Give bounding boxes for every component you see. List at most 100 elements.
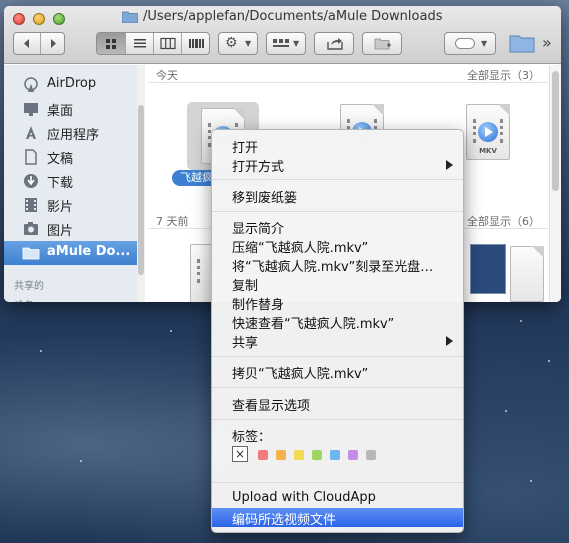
tag-color-red[interactable]	[258, 450, 268, 460]
downloads-icon	[24, 174, 38, 188]
tag-none-button[interactable]: ×	[232, 446, 248, 462]
star	[530, 480, 532, 482]
sidebar-section-shared: 共享的	[14, 281, 44, 292]
gear-icon: ⚙	[225, 35, 238, 51]
sidebar-item-pictures[interactable]: 图片	[4, 217, 138, 241]
list-view-icon[interactable]	[125, 33, 153, 54]
minimize-window-button[interactable]	[33, 13, 45, 25]
sidebar-item-applications[interactable]: 应用程序	[4, 121, 138, 145]
sidebar-item-label: 下载	[47, 176, 74, 191]
new-folder-button[interactable]	[362, 32, 402, 55]
scrollbar-thumb[interactable]	[138, 105, 144, 275]
folder-icon	[122, 11, 138, 23]
window-title: /Users/applefan/Documents/aMule Download…	[143, 9, 443, 24]
menu-separator	[212, 356, 463, 357]
menu-item-get-info[interactable]: 显示简介	[212, 217, 463, 237]
star	[170, 330, 172, 332]
show-all-link[interactable]: 全部显示（3）	[467, 67, 540, 83]
chevron-down-icon: ▼	[245, 39, 252, 48]
movies-icon	[25, 198, 37, 212]
tag-color-orange[interactable]	[276, 450, 286, 460]
sidebar-section-devices: 设备	[14, 297, 34, 302]
back-forward-control	[13, 32, 65, 55]
sidebar-item-movies[interactable]: 影片	[4, 193, 138, 217]
menu-item-compress[interactable]: 压缩“飞越疯人院.mkv”	[212, 236, 463, 256]
menu-item-move-to-trash[interactable]: 移到废纸篓	[212, 186, 463, 206]
tag-color-yellow[interactable]	[294, 450, 304, 460]
menu-item-upload-cloudapp[interactable]: Upload with CloudApp	[212, 489, 463, 508]
forward-arrow-icon[interactable]	[40, 33, 65, 54]
tag-color-purple[interactable]	[348, 450, 358, 460]
menu-item-open[interactable]: 打开	[212, 136, 463, 156]
tag-color-blue[interactable]	[330, 450, 340, 460]
context-menu: 打开 打开方式 移到废纸篓 显示简介 压缩“飞越疯人院.mkv” 将“飞越疯人院…	[211, 129, 464, 533]
menu-item-burn[interactable]: 将“飞越疯人院.mkv”刻录至光盘…	[212, 255, 463, 275]
airdrop-icon	[24, 77, 38, 92]
chevron-down-icon: ▼	[293, 39, 300, 48]
back-arrow-icon[interactable]	[14, 33, 40, 54]
sidebar-item-label: 桌面	[47, 104, 74, 119]
column-view-icon[interactable]	[153, 33, 181, 54]
content-scrollbar[interactable]	[549, 65, 561, 302]
menu-separator	[212, 211, 463, 212]
menu-item-copy[interactable]: 拷贝“飞越疯人院.mkv”	[212, 362, 463, 382]
star	[80, 460, 82, 462]
tag-color-gray[interactable]	[366, 450, 376, 460]
zoom-window-button[interactable]	[53, 13, 65, 25]
new-folder-icon	[374, 38, 391, 50]
view-mode-control	[96, 32, 210, 55]
arrange-menu-button[interactable]: ▼	[266, 32, 306, 55]
sidebar-item-airdrop[interactable]: AirDrop	[4, 73, 138, 97]
scrollbar-thumb[interactable]	[552, 71, 559, 191]
sidebar-scrollbar[interactable]	[137, 65, 145, 302]
applications-icon	[26, 126, 36, 139]
share-icon	[327, 38, 343, 50]
submenu-arrow-icon	[446, 160, 453, 170]
group-title: 7 天前	[156, 215, 189, 228]
sidebar-item-label: AirDrop	[47, 76, 97, 91]
star	[40, 350, 42, 352]
folder-icon	[22, 247, 40, 260]
toolbar-folder-icon[interactable]	[509, 33, 535, 53]
coverflow-view-icon[interactable]	[181, 33, 209, 54]
menu-separator	[212, 387, 463, 388]
icon-view-icon[interactable]	[97, 33, 125, 54]
file-extension-label: MKV	[479, 147, 497, 155]
sidebar-item-documents[interactable]: 文稿	[4, 145, 138, 169]
sidebar-item-amule-downloads[interactable]: aMule Do...	[4, 241, 138, 265]
chevron-down-icon: ▼	[481, 39, 488, 48]
show-all-link[interactable]: 全部显示（6）	[467, 213, 540, 229]
sidebar-item-label: 图片	[47, 224, 74, 239]
menu-separator	[212, 482, 463, 483]
submenu-arrow-icon	[446, 336, 453, 346]
pictures-icon	[24, 222, 38, 235]
star	[520, 320, 522, 322]
menu-item-view-options[interactable]: 查看显示选项	[212, 394, 463, 414]
sidebar-item-label: 影片	[47, 200, 74, 215]
star	[548, 360, 550, 362]
menu-item-encode-video[interactable]: 编码所选视频文件	[212, 508, 463, 528]
search-input[interactable]	[455, 38, 475, 49]
search-field[interactable]: ▼	[444, 32, 496, 55]
sidebar-item-desktop[interactable]: 桌面	[4, 97, 138, 121]
star	[505, 410, 507, 412]
documents-icon	[25, 149, 37, 165]
sidebar-item-downloads[interactable]: 下载	[4, 169, 138, 193]
menu-item-share[interactable]: 共享	[212, 331, 463, 351]
action-menu-button[interactable]: ⚙ ▼	[218, 32, 258, 55]
video-thumbnail[interactable]	[470, 244, 506, 294]
tag-color-green[interactable]	[312, 450, 322, 460]
desktop-icon	[24, 103, 38, 116]
menu-item-open-with[interactable]: 打开方式	[212, 155, 463, 175]
arrange-icon	[273, 39, 289, 47]
sidebar-item-label: 文稿	[47, 152, 74, 167]
video-file-icon[interactable]	[510, 246, 544, 302]
menu-item-quick-look[interactable]: 快速查看“飞越疯人院.mkv”	[212, 312, 463, 332]
close-window-button[interactable]	[13, 13, 25, 25]
share-button[interactable]	[314, 32, 354, 55]
menu-item-duplicate[interactable]: 复制	[212, 274, 463, 294]
video-file-icon[interactable]: MKV	[466, 104, 510, 160]
menu-item-make-alias[interactable]: 制作替身	[212, 293, 463, 313]
menu-separator	[212, 179, 463, 180]
toolbar-overflow-button[interactable]: »	[542, 33, 552, 52]
